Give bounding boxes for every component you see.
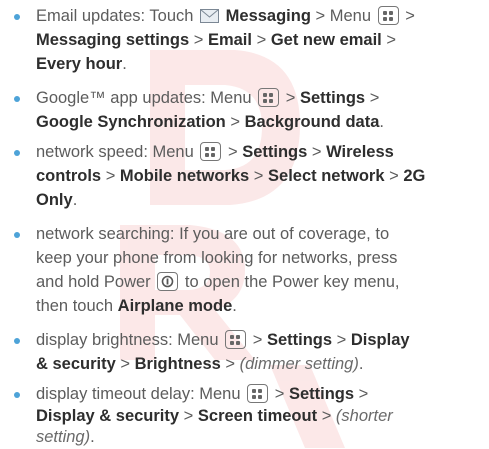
tip-line: network searching: If you are out of cov…	[36, 225, 390, 243]
tip-line: network speed: Menu > Settings > Wireles…	[36, 142, 394, 161]
bullet-dot	[14, 150, 20, 156]
tip-line: controls > Mobile networks > Select netw…	[36, 167, 426, 185]
bullet-dot	[14, 392, 20, 398]
menu-key-icon	[247, 384, 269, 403]
tip-line: keep your phone from looking for network…	[36, 249, 398, 267]
bullet-dot	[14, 96, 20, 102]
tip-line: Only.	[36, 191, 78, 209]
menu-key-icon	[225, 330, 247, 349]
menu-key-icon	[377, 6, 399, 25]
tip-line: Email updates: Touch Messaging > Menu >	[36, 6, 415, 25]
tip-line: and hold Power to open the Power key men…	[36, 272, 400, 291]
bullet-dot	[14, 338, 20, 344]
power-key-icon	[157, 272, 179, 291]
menu-key-icon	[200, 142, 222, 161]
bullet-dot	[14, 232, 20, 238]
tip-line: display brightness: Menu > Settings > Di…	[36, 330, 410, 349]
tip-line: Every hour.	[36, 55, 127, 73]
tip-line: Google™ app updates: Menu > Settings >	[36, 88, 380, 107]
tip-line: display timeout delay: Menu > Settings >	[36, 384, 369, 403]
menu-key-icon	[258, 88, 280, 107]
tip-line: Google Synchronization > Background data…	[36, 113, 384, 131]
tip-line: Messaging settings > Email > Get new ema…	[36, 31, 397, 49]
envelope-icon	[200, 9, 220, 23]
tip-line: & security > Brightness > (dimmer settin…	[36, 355, 364, 373]
tip-line: setting).	[36, 428, 95, 446]
bullet-dot	[14, 14, 20, 20]
tip-line: then touch Airplane mode.	[36, 297, 237, 315]
